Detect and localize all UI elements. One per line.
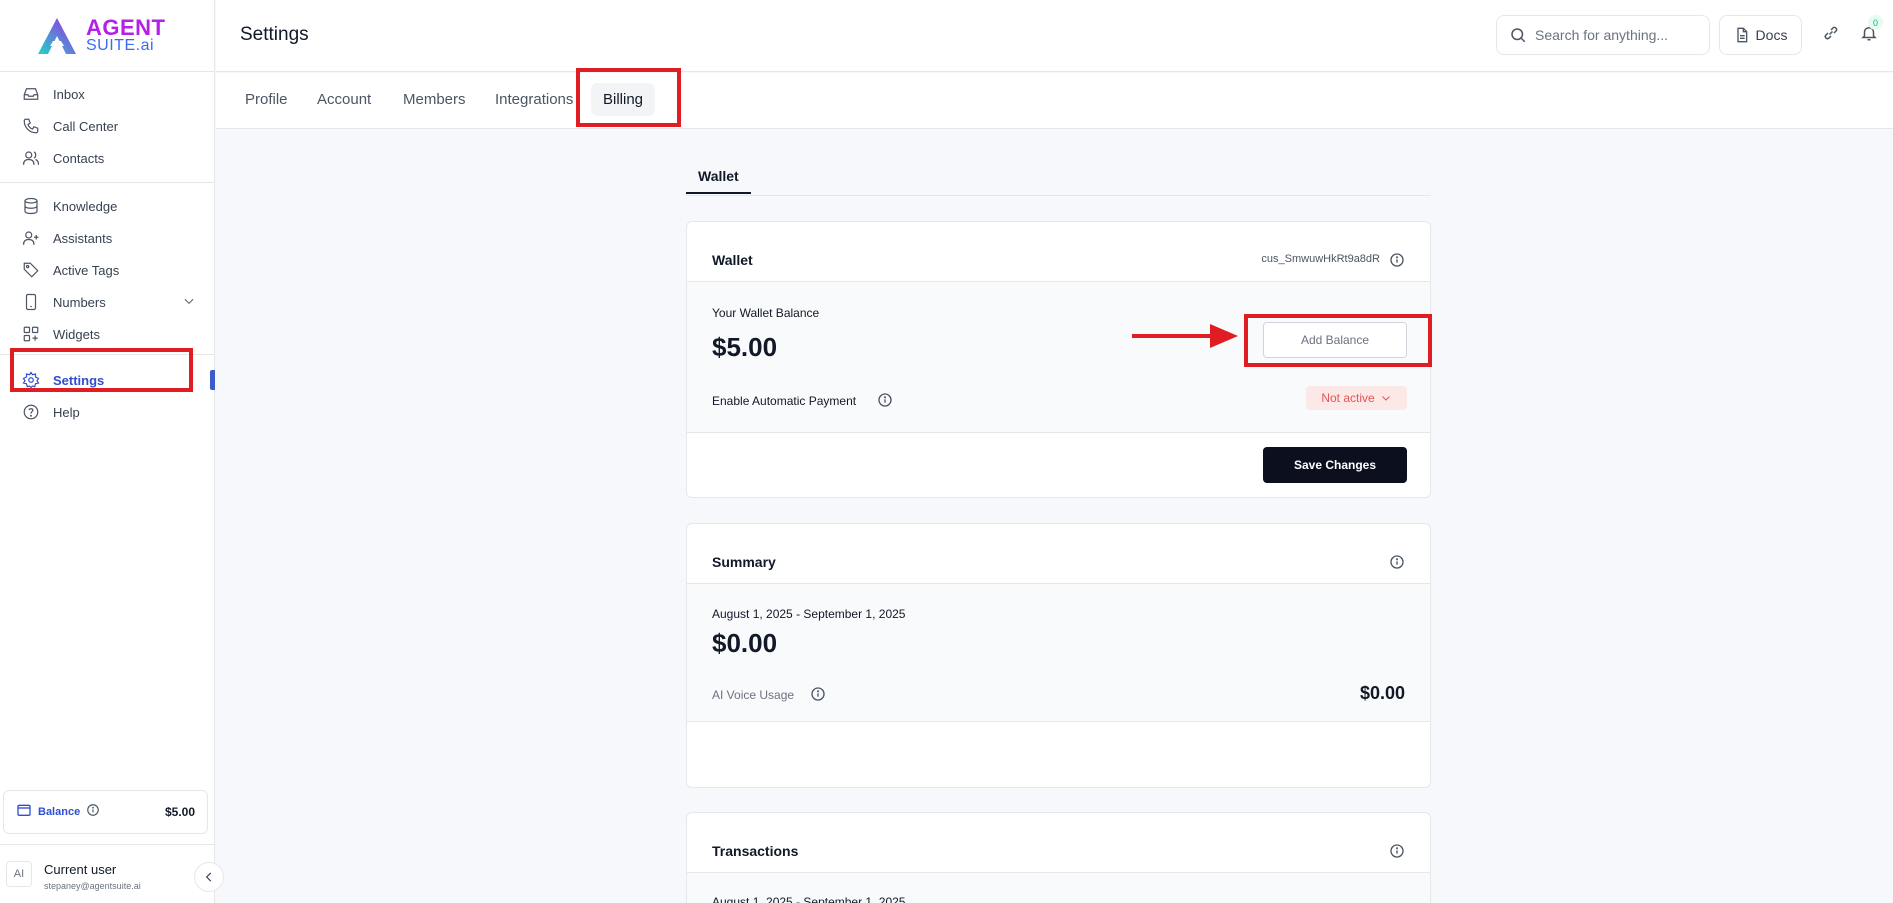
nav-group-tools: Knowledge Assistants Active Tags Numbers…: [0, 183, 214, 355]
collapse-sidebar-button[interactable]: [194, 862, 224, 892]
info-icon[interactable]: [810, 686, 826, 707]
summary-total: $0.00: [712, 628, 778, 658]
tab-members[interactable]: Members: [403, 91, 466, 108]
info-icon[interactable]: [1389, 554, 1405, 575]
sidebar-item-numbers[interactable]: Numbers: [0, 286, 214, 318]
auto-payment-status-dropdown[interactable]: Not active: [1306, 386, 1407, 410]
docs-button[interactable]: Docs: [1719, 15, 1802, 55]
sidebar-item-label: Help: [53, 404, 80, 420]
transactions-title: Transactions: [712, 843, 799, 859]
sidebar-item-contacts[interactable]: Contacts: [0, 142, 214, 174]
sidebar-item-assistants[interactable]: Assistants: [0, 222, 214, 254]
arrow-annotation: [1132, 324, 1238, 348]
summary-card-body: August 1, 2025 - September 1, 2025 $0.00…: [687, 584, 1430, 722]
highlight-box-add-balance: [1244, 314, 1432, 367]
sidebar-item-label: Inbox: [53, 86, 85, 102]
user-plus-icon: [22, 229, 40, 247]
info-icon[interactable]: [1389, 843, 1405, 864]
balance-amount: $5.00: [164, 805, 195, 819]
wallet-balance-label: Your Wallet Balance: [712, 306, 820, 320]
summary-card: Summary August 1, 2025 - September 1, 20…: [686, 523, 1431, 788]
document-icon: [1736, 27, 1747, 43]
info-icon[interactable]: [1389, 252, 1405, 273]
search-icon: [1511, 28, 1526, 43]
sidebar-item-label: Assistants: [53, 230, 113, 246]
sidebar-item-label: Numbers: [53, 294, 106, 310]
notification-badge: 0: [1868, 15, 1883, 30]
logo[interactable]: AGENT SUITE.ai: [0, 0, 214, 72]
balance-card[interactable]: Balance $5.00: [3, 790, 208, 834]
sidebar-item-label: Knowledge: [53, 198, 118, 214]
chevron-down-icon[interactable]: [182, 294, 196, 311]
smartphone-icon: [22, 293, 40, 311]
tab-integrations[interactable]: Integrations: [495, 91, 573, 108]
avatar: AI: [6, 861, 32, 887]
top-header: Settings Search for anything... Docs 0: [216, 0, 1893, 72]
logo-line2: SUITE.ai: [86, 37, 155, 54]
sidebar-item-inbox[interactable]: Inbox: [0, 78, 214, 110]
tab-profile[interactable]: Profile: [245, 91, 288, 108]
link-icon[interactable]: [1822, 24, 1840, 47]
user-email: stepaney@agentsuite.ai: [44, 881, 141, 891]
users-icon: [22, 149, 40, 167]
auto-payment-label: Enable Automatic Payment: [712, 394, 857, 408]
wallet-card-header: Wallet cus_SmwuwHkRt9a8dR: [687, 222, 1430, 282]
summary-card-header: Summary: [687, 524, 1430, 584]
sidebar-item-knowledge[interactable]: Knowledge: [0, 190, 214, 222]
sidebar-item-label: Active Tags: [53, 262, 120, 278]
phone-icon: [22, 117, 40, 135]
sidebar-item-help[interactable]: Help: [0, 396, 214, 428]
sub-tab-wallet[interactable]: Wallet: [686, 164, 751, 194]
info-icon[interactable]: [86, 803, 100, 822]
sidebar-item-label: Widgets: [53, 326, 100, 342]
settings-tabs: Profile Account Members Integrations Bil…: [216, 73, 1893, 129]
sidebar-item-call-center[interactable]: Call Center: [0, 110, 214, 142]
transactions-card-header: Transactions: [687, 813, 1430, 873]
chevron-left-icon: [205, 872, 212, 882]
inbox-icon: [22, 85, 40, 103]
highlight-box-settings: [10, 348, 193, 392]
nav-group-main: Inbox Call Center Contacts: [0, 72, 214, 183]
sidebar-item-widgets[interactable]: Widgets: [0, 318, 214, 350]
wallet-card-footer: Save Changes: [687, 433, 1430, 497]
chevron-down-icon: [1381, 396, 1390, 401]
page-title: Settings: [240, 24, 309, 45]
info-icon[interactable]: [877, 392, 893, 413]
user-profile[interactable]: AI Current user stepaney@agentsuite.ai: [0, 844, 215, 903]
wallet-title: Wallet: [712, 252, 753, 268]
sidebar: AGENT SUITE.ai Inbox Call Center Contact…: [0, 0, 215, 903]
sidebar-item-active-tags[interactable]: Active Tags: [0, 254, 214, 286]
help-circle-icon: [22, 403, 40, 421]
save-changes-button[interactable]: Save Changes: [1263, 447, 1407, 483]
database-icon: [22, 197, 40, 215]
tag-icon: [22, 261, 40, 279]
active-indicator: [210, 370, 215, 390]
sidebar-item-label: Contacts: [53, 150, 105, 166]
search-input[interactable]: Search for anything...: [1496, 15, 1710, 55]
highlight-box-billing: [576, 68, 681, 127]
transactions-period: August 1, 2025 - September 1, 2025: [712, 895, 906, 903]
docs-label: Docs: [1755, 27, 1788, 43]
search-placeholder: Search for anything...: [1535, 27, 1669, 43]
widgets-icon: [22, 325, 40, 343]
customer-id: cus_SmwuwHkRt9a8dR: [1261, 253, 1380, 265]
transactions-card: Transactions August 1, 2025 - September …: [686, 812, 1431, 903]
summary-card-footer: [687, 722, 1430, 787]
summary-title: Summary: [712, 554, 776, 570]
balance-label: Balance: [38, 806, 81, 818]
transactions-card-body: August 1, 2025 - September 1, 2025: [687, 873, 1430, 903]
billing-sub-tabs: Wallet: [686, 164, 1431, 196]
ai-voice-usage-amount: $0.00: [1359, 683, 1405, 703]
auto-payment-status: Not active: [1321, 391, 1375, 405]
summary-period: August 1, 2025 - September 1, 2025: [712, 607, 906, 621]
wallet-balance-amount: $5.00: [712, 332, 778, 362]
user-name: Current user: [44, 862, 117, 877]
wallet-icon: [16, 802, 32, 823]
agent-suite-logo-icon: [38, 18, 76, 54]
tab-account[interactable]: Account: [317, 91, 371, 108]
ai-voice-usage-label: AI Voice Usage: [712, 688, 795, 702]
sidebar-item-label: Call Center: [53, 118, 119, 134]
